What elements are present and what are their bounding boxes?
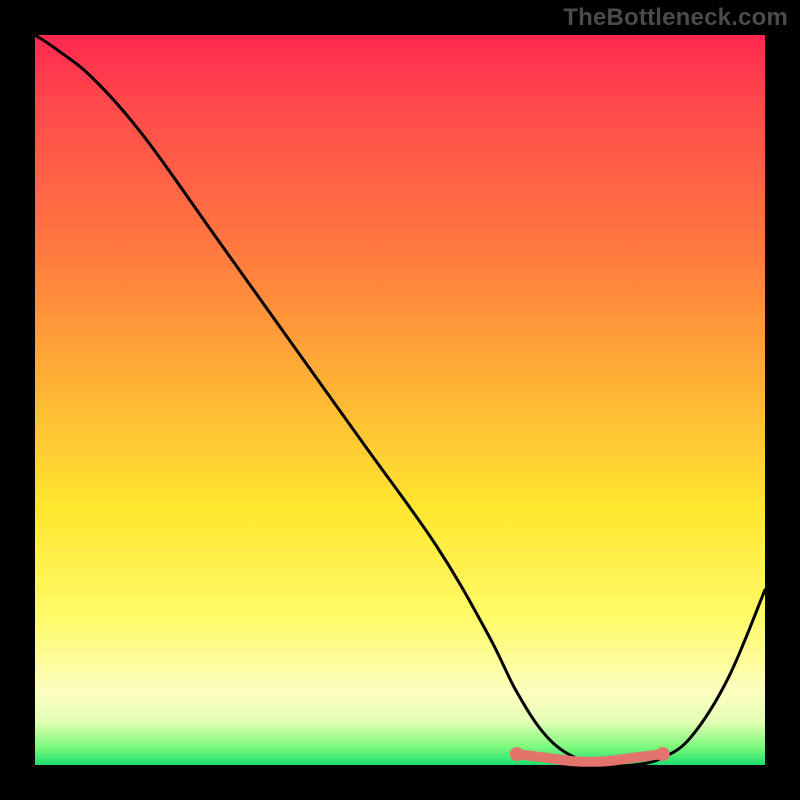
highlight-endpoint-dot [510, 747, 524, 761]
chart-svg [35, 35, 765, 765]
optimal-range-highlight-path [517, 754, 663, 762]
chart-container: TheBottleneck.com [0, 0, 800, 800]
plot-area [35, 35, 765, 765]
highlight-endpoint-dot [656, 747, 670, 761]
watermark-text: TheBottleneck.com [563, 4, 788, 32]
bottleneck-curve-path [35, 35, 765, 766]
